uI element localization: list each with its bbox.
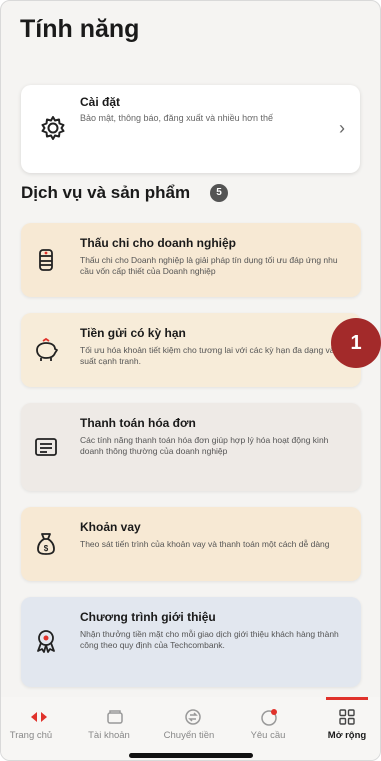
service-card-term-deposit[interactable]: Tiền gửi có kỳ hạn Tối ưu hóa khoản tiết…	[21, 313, 361, 387]
money-bag-icon: $	[37, 533, 55, 555]
svg-text:$: $	[44, 544, 49, 553]
wallet-icon	[107, 710, 123, 724]
nav-item-transfer[interactable]: Chuyển tiền	[153, 697, 229, 760]
nav-label: Chuyển tiền	[163, 730, 215, 741]
service-title: Khoản vay	[80, 520, 141, 534]
techcombank-logo-icon	[31, 712, 47, 722]
service-card-loan[interactable]: $ Khoản vay Theo sát tiến trình của khoả…	[21, 507, 361, 581]
service-card-bill-payment[interactable]: Thanh toán hóa đơn Các tính năng thanh t…	[21, 403, 361, 491]
service-card-overdraft[interactable]: Thấu chi cho doanh nghiệp Thấu chi cho D…	[21, 223, 361, 297]
money-stack-icon	[39, 249, 53, 271]
step-badge: 1	[331, 318, 381, 368]
service-description: Tối ưu hóa khoản tiết kiệm cho tương lai…	[80, 345, 346, 366]
grid-icon	[339, 709, 355, 725]
service-title: Tiền gửi có kỳ hạn	[80, 326, 186, 340]
services-section-title: Dịch vụ và sản phẩm	[21, 183, 191, 202]
bottom-nav: Trang chủ Tài khoản Chuyển tiền Yêu cầu	[1, 697, 380, 760]
chevron-right-icon: ›	[339, 118, 345, 138]
service-title: Thấu chi cho doanh nghiệp	[80, 236, 236, 250]
gear-icon	[41, 116, 65, 140]
award-icon	[37, 630, 55, 653]
settings-description: Bảo mật, thông báo, đăng xuất và nhiều h…	[80, 113, 274, 123]
service-description: Nhận thưởng tiền mặt cho mỗi giao dịch g…	[80, 629, 339, 650]
phone-frame: Tính năng Cài đặt Bảo mật, thông báo, đă…	[0, 0, 381, 761]
service-card-referral[interactable]: Chương trình giới thiệu Nhận thưởng tiền…	[21, 597, 361, 687]
service-description: Các tính năng thanh toán hóa đơn giúp hợ…	[80, 435, 329, 456]
request-icon	[261, 709, 277, 726]
service-description: Theo sát tiến trình của khoản vay và tha…	[80, 539, 330, 549]
nav-item-more[interactable]: Mở rộng	[305, 697, 380, 760]
service-description: Thấu chi cho Doanh nghiệp là giải pháp t…	[80, 255, 338, 276]
nav-label: Trang chủ	[9, 730, 53, 741]
transfer-icon	[185, 709, 201, 725]
settings-card[interactable]: Cài đặt Bảo mật, thông báo, đăng xuất và…	[21, 85, 360, 173]
service-title: Thanh toán hóa đơn	[80, 416, 196, 430]
nav-item-home[interactable]: Trang chủ	[1, 697, 77, 760]
services-count-badge: 5	[210, 184, 228, 202]
home-indicator	[129, 753, 253, 758]
service-title: Chương trình giới thiệu	[80, 610, 216, 624]
nav-label: Tài khoản	[88, 730, 130, 741]
settings-title: Cài đặt	[80, 95, 121, 109]
nav-item-accounts[interactable]: Tài khoản	[77, 697, 153, 760]
piggy-bank-icon	[36, 337, 58, 361]
nav-label: Yêu cầu	[250, 730, 286, 741]
nav-item-requests[interactable]: Yêu cầu	[229, 697, 305, 760]
page-title: Tính năng	[20, 15, 140, 43]
nav-label: Mở rộng	[327, 730, 367, 741]
bill-icon	[35, 438, 57, 456]
